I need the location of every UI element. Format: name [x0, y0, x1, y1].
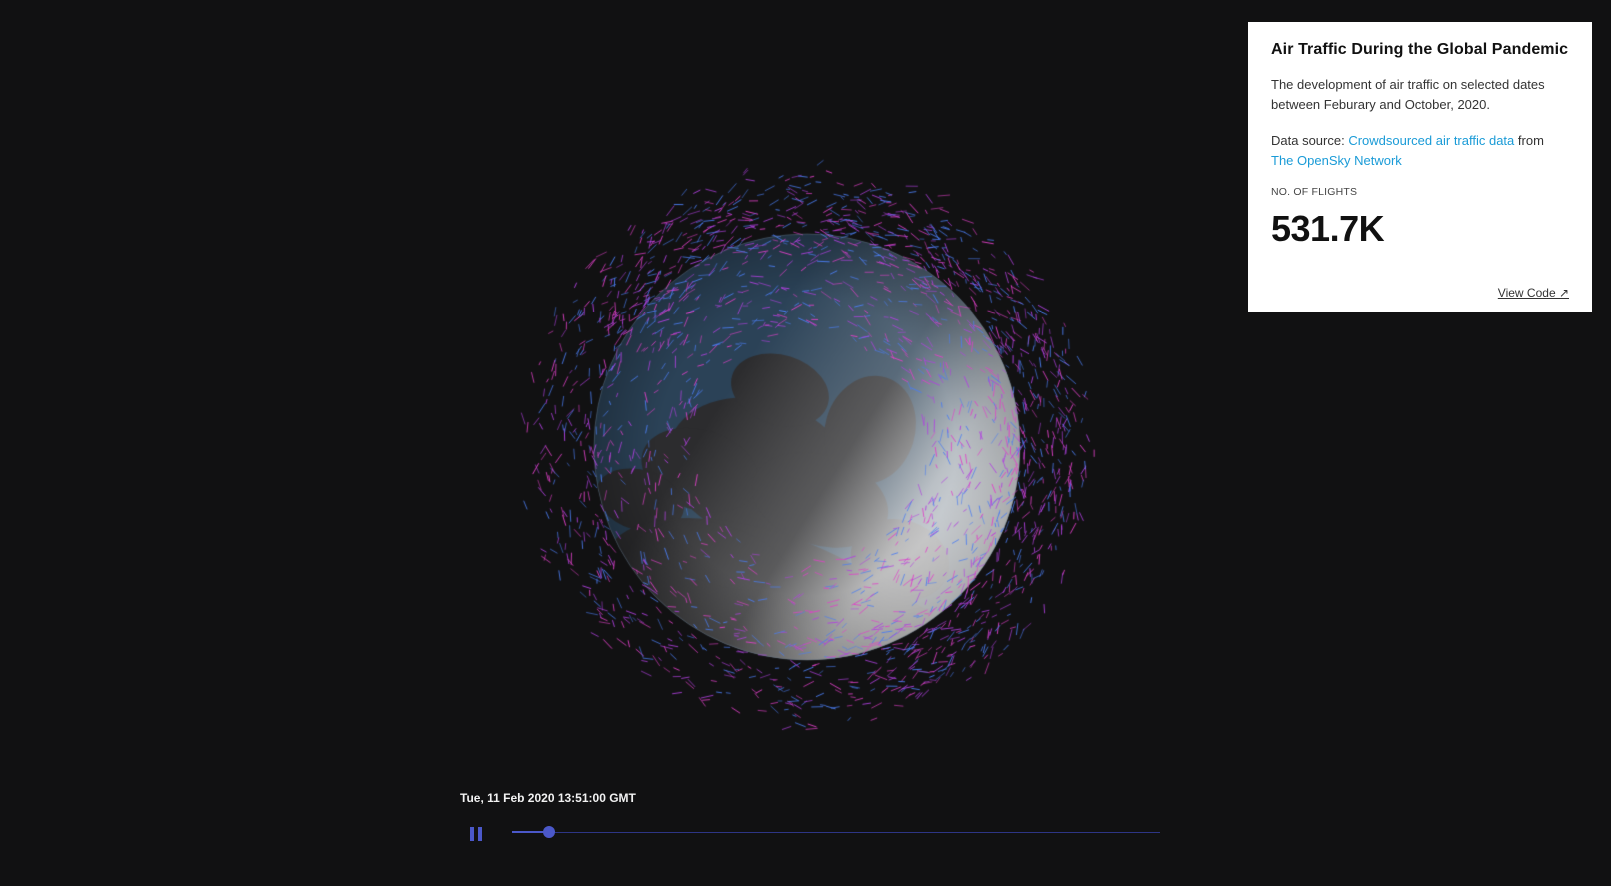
data-source-middle: from	[1514, 133, 1544, 148]
data-source-prefix: Data source:	[1271, 133, 1349, 148]
timestamp-label: Tue, 11 Feb 2020 13:51:00 GMT	[460, 791, 636, 805]
info-panel: Air Traffic During the Global Pandemic T…	[1248, 22, 1592, 312]
flights-count: 531.7K	[1271, 208, 1385, 249]
timeline-slider[interactable]	[512, 826, 1160, 840]
slider-thumb[interactable]	[542, 826, 555, 838]
panel-description: The development of air traffic on select…	[1271, 77, 1545, 112]
panel-title: Air Traffic During the Global Pandemic	[1271, 41, 1569, 58]
pause-button[interactable]	[462, 822, 490, 846]
data-source-line: Data source: Crowdsourced air traffic da…	[1271, 131, 1569, 171]
view-code-link[interactable]: View Code ↗	[1498, 286, 1569, 300]
opensky-network-link[interactable]: The OpenSky Network	[1271, 153, 1402, 168]
crowdsourced-data-link[interactable]: Crowdsourced air traffic data	[1348, 133, 1514, 148]
slider-track	[512, 832, 1160, 833]
flights-label: NO. OF FLIGHTS	[1271, 186, 1358, 198]
